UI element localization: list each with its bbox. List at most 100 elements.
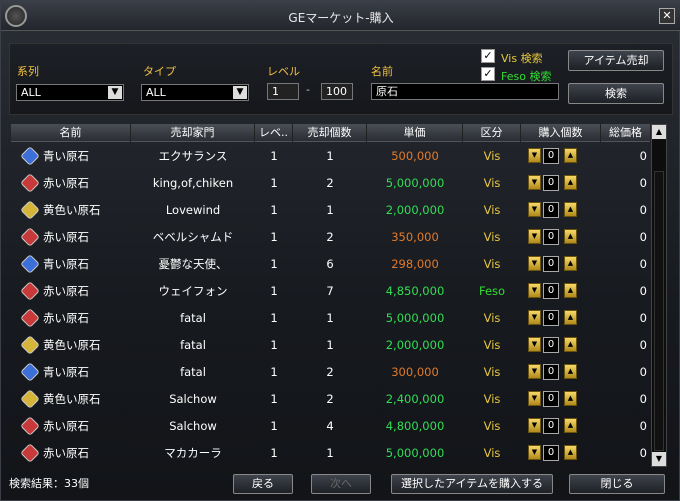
decrease-qty-button[interactable]: ▼ bbox=[528, 175, 541, 190]
table-row[interactable]: 黄色い原石 Lovewind 1 1 2,000,000 Vis ▼ 0 ▲ 0 bbox=[11, 197, 651, 224]
increase-qty-button[interactable]: ▲ bbox=[564, 310, 577, 325]
list-scrollbar[interactable]: ▲ ▼ bbox=[651, 124, 667, 467]
sell-item-button[interactable]: アイテム売却 bbox=[568, 50, 664, 71]
increase-qty-button[interactable]: ▲ bbox=[564, 229, 577, 244]
decrease-qty-button[interactable]: ▼ bbox=[528, 337, 541, 352]
purchase-qty-input[interactable]: 0 bbox=[543, 445, 559, 461]
column-header[interactable]: 購入個数 bbox=[521, 124, 601, 142]
table-row[interactable]: 赤い原石 Salchow 1 4 4,800,000 Vis ▼ 0 ▲ 0 bbox=[11, 413, 651, 440]
buy-selected-button[interactable]: 選択したアイテムを購入する bbox=[391, 474, 553, 494]
feso-search-label: Feso 検索 bbox=[501, 70, 552, 83]
type-select[interactable]: ALL ▼ bbox=[141, 84, 249, 101]
seller-name: fatal bbox=[180, 311, 206, 325]
table-row[interactable]: 青い原石 fatal 1 2 300,000 Vis ▼ 0 ▲ 0 bbox=[11, 359, 651, 386]
table-row[interactable]: 青い原石 憂鬱な天使、 1 6 298,000 Vis ▼ 0 ▲ 0 bbox=[11, 251, 651, 278]
total-price: 0 bbox=[639, 365, 647, 379]
purchase-qty-input[interactable]: 0 bbox=[543, 175, 559, 191]
total-price: 0 bbox=[639, 446, 647, 460]
feso-search-checkbox[interactable]: ✓ bbox=[481, 67, 495, 81]
column-header[interactable]: 区分 bbox=[463, 124, 521, 142]
scroll-thumb[interactable] bbox=[654, 171, 664, 451]
increase-qty-button[interactable]: ▲ bbox=[564, 445, 577, 460]
scroll-down-button[interactable]: ▼ bbox=[652, 452, 666, 466]
item-name: 赤い原石 bbox=[43, 419, 89, 433]
item-level: 1 bbox=[270, 446, 278, 460]
back-button[interactable]: 戻る bbox=[233, 474, 293, 494]
decrease-qty-button[interactable]: ▼ bbox=[528, 418, 541, 433]
purchase-qty-input[interactable]: 0 bbox=[543, 310, 559, 326]
decrease-qty-button[interactable]: ▼ bbox=[528, 445, 541, 460]
decrease-qty-button[interactable]: ▼ bbox=[528, 283, 541, 298]
close-button[interactable]: 閉じる bbox=[569, 474, 665, 494]
decrease-qty-button[interactable]: ▼ bbox=[528, 310, 541, 325]
purchase-qty-input[interactable]: 0 bbox=[543, 418, 559, 434]
column-header[interactable]: 総価格 bbox=[601, 124, 651, 142]
table-row[interactable]: 黄色い原石 fatal 1 1 2,000,000 Vis ▼ 0 ▲ 0 bbox=[11, 332, 651, 359]
lineage-select[interactable]: ALL ▼ bbox=[16, 84, 124, 101]
search-button[interactable]: 検索 bbox=[568, 83, 664, 104]
column-header[interactable]: 売却家門 bbox=[131, 124, 255, 142]
item-name: 赤い原石 bbox=[43, 230, 89, 244]
sell-count: 7 bbox=[326, 284, 334, 298]
item-level: 1 bbox=[270, 203, 278, 217]
unit-price: 2,400,000 bbox=[385, 392, 445, 406]
sell-count: 1 bbox=[326, 338, 334, 352]
list-header: 名前 売却家門 レベ.. 売却個数 単価 区分 購入個数 総価格 bbox=[11, 124, 651, 142]
title-bar[interactable]: GEマーケット-購入 ✕ bbox=[1, 1, 680, 31]
item-name: 黄色い原石 bbox=[43, 203, 101, 217]
item-name: 赤い原石 bbox=[43, 284, 89, 298]
item-name-input[interactable]: 原石 bbox=[371, 83, 559, 100]
table-row[interactable]: 赤い原石 king,of,chiken 1 2 5,000,000 Vis ▼ 0 ▲ 0 bbox=[11, 170, 651, 197]
close-window-button[interactable]: ✕ bbox=[659, 8, 675, 24]
purchase-qty-input[interactable]: 0 bbox=[543, 364, 559, 380]
purchase-qty-input[interactable]: 0 bbox=[543, 202, 559, 218]
chevron-down-icon[interactable]: ▼ bbox=[233, 86, 247, 99]
decrease-qty-button[interactable]: ▼ bbox=[528, 364, 541, 379]
decrease-qty-button[interactable]: ▼ bbox=[528, 202, 541, 217]
purchase-qty-input[interactable]: 0 bbox=[543, 148, 559, 164]
sell-count: 4 bbox=[326, 419, 334, 433]
column-header[interactable]: レベ.. bbox=[255, 124, 293, 142]
increase-qty-button[interactable]: ▲ bbox=[564, 337, 577, 352]
column-header[interactable]: 名前 bbox=[11, 124, 131, 142]
purchase-qty-input[interactable]: 0 bbox=[543, 229, 559, 245]
increase-qty-button[interactable]: ▲ bbox=[564, 391, 577, 406]
next-button[interactable]: 次へ bbox=[311, 474, 371, 494]
chevron-down-icon[interactable]: ▼ bbox=[108, 86, 122, 99]
sell-count: 2 bbox=[326, 365, 334, 379]
increase-qty-button[interactable]: ▲ bbox=[564, 364, 577, 379]
purchase-qty-input[interactable]: 0 bbox=[543, 391, 559, 407]
vis-search-checkbox[interactable]: ✓ bbox=[481, 49, 495, 63]
seller-name: fatal bbox=[180, 365, 206, 379]
increase-qty-button[interactable]: ▲ bbox=[564, 256, 577, 271]
gem-icon bbox=[20, 200, 40, 220]
increase-qty-button[interactable]: ▲ bbox=[564, 418, 577, 433]
purchase-qty-input[interactable]: 0 bbox=[543, 283, 559, 299]
decrease-qty-button[interactable]: ▼ bbox=[528, 229, 541, 244]
column-header[interactable]: 売却個数 bbox=[293, 124, 367, 142]
item-level: 1 bbox=[270, 149, 278, 163]
increase-qty-button[interactable]: ▲ bbox=[564, 202, 577, 217]
table-row[interactable]: 赤い原石 ベベルシャムド 1 2 350,000 Vis ▼ 0 ▲ 0 bbox=[11, 224, 651, 251]
decrease-qty-button[interactable]: ▼ bbox=[528, 256, 541, 271]
item-name: 青い原石 bbox=[43, 365, 89, 379]
level-min-input[interactable]: 1 bbox=[267, 83, 299, 100]
column-header[interactable]: 単価 bbox=[367, 124, 463, 142]
item-name: 赤い原石 bbox=[43, 176, 89, 190]
currency-type: Vis bbox=[483, 257, 501, 271]
table-row[interactable]: 青い原石 エクサランス 1 1 500,000 Vis ▼ 0 ▲ 0 bbox=[11, 143, 651, 170]
sell-count: 2 bbox=[326, 176, 334, 190]
increase-qty-button[interactable]: ▲ bbox=[564, 175, 577, 190]
table-row[interactable]: 赤い原石 ウェイフォン 1 7 4,850,000 Feso ▼ 0 ▲ 0 bbox=[11, 278, 651, 305]
scroll-up-button[interactable]: ▲ bbox=[652, 125, 666, 139]
purchase-qty-input[interactable]: 0 bbox=[543, 337, 559, 353]
increase-qty-button[interactable]: ▲ bbox=[564, 283, 577, 298]
purchase-qty-input[interactable]: 0 bbox=[543, 256, 559, 272]
decrease-qty-button[interactable]: ▼ bbox=[528, 148, 541, 163]
level-max-input[interactable]: 100 bbox=[321, 83, 353, 100]
table-row[interactable]: 赤い原石 マカカーラ 1 1 5,000,000 Vis ▼ 0 ▲ 0 bbox=[11, 440, 651, 467]
increase-qty-button[interactable]: ▲ bbox=[564, 148, 577, 163]
table-row[interactable]: 赤い原石 fatal 1 1 5,000,000 Vis ▼ 0 ▲ 0 bbox=[11, 305, 651, 332]
decrease-qty-button[interactable]: ▼ bbox=[528, 391, 541, 406]
table-row[interactable]: 黄色い原石 Salchow 1 2 2,400,000 Vis ▼ 0 ▲ 0 bbox=[11, 386, 651, 413]
